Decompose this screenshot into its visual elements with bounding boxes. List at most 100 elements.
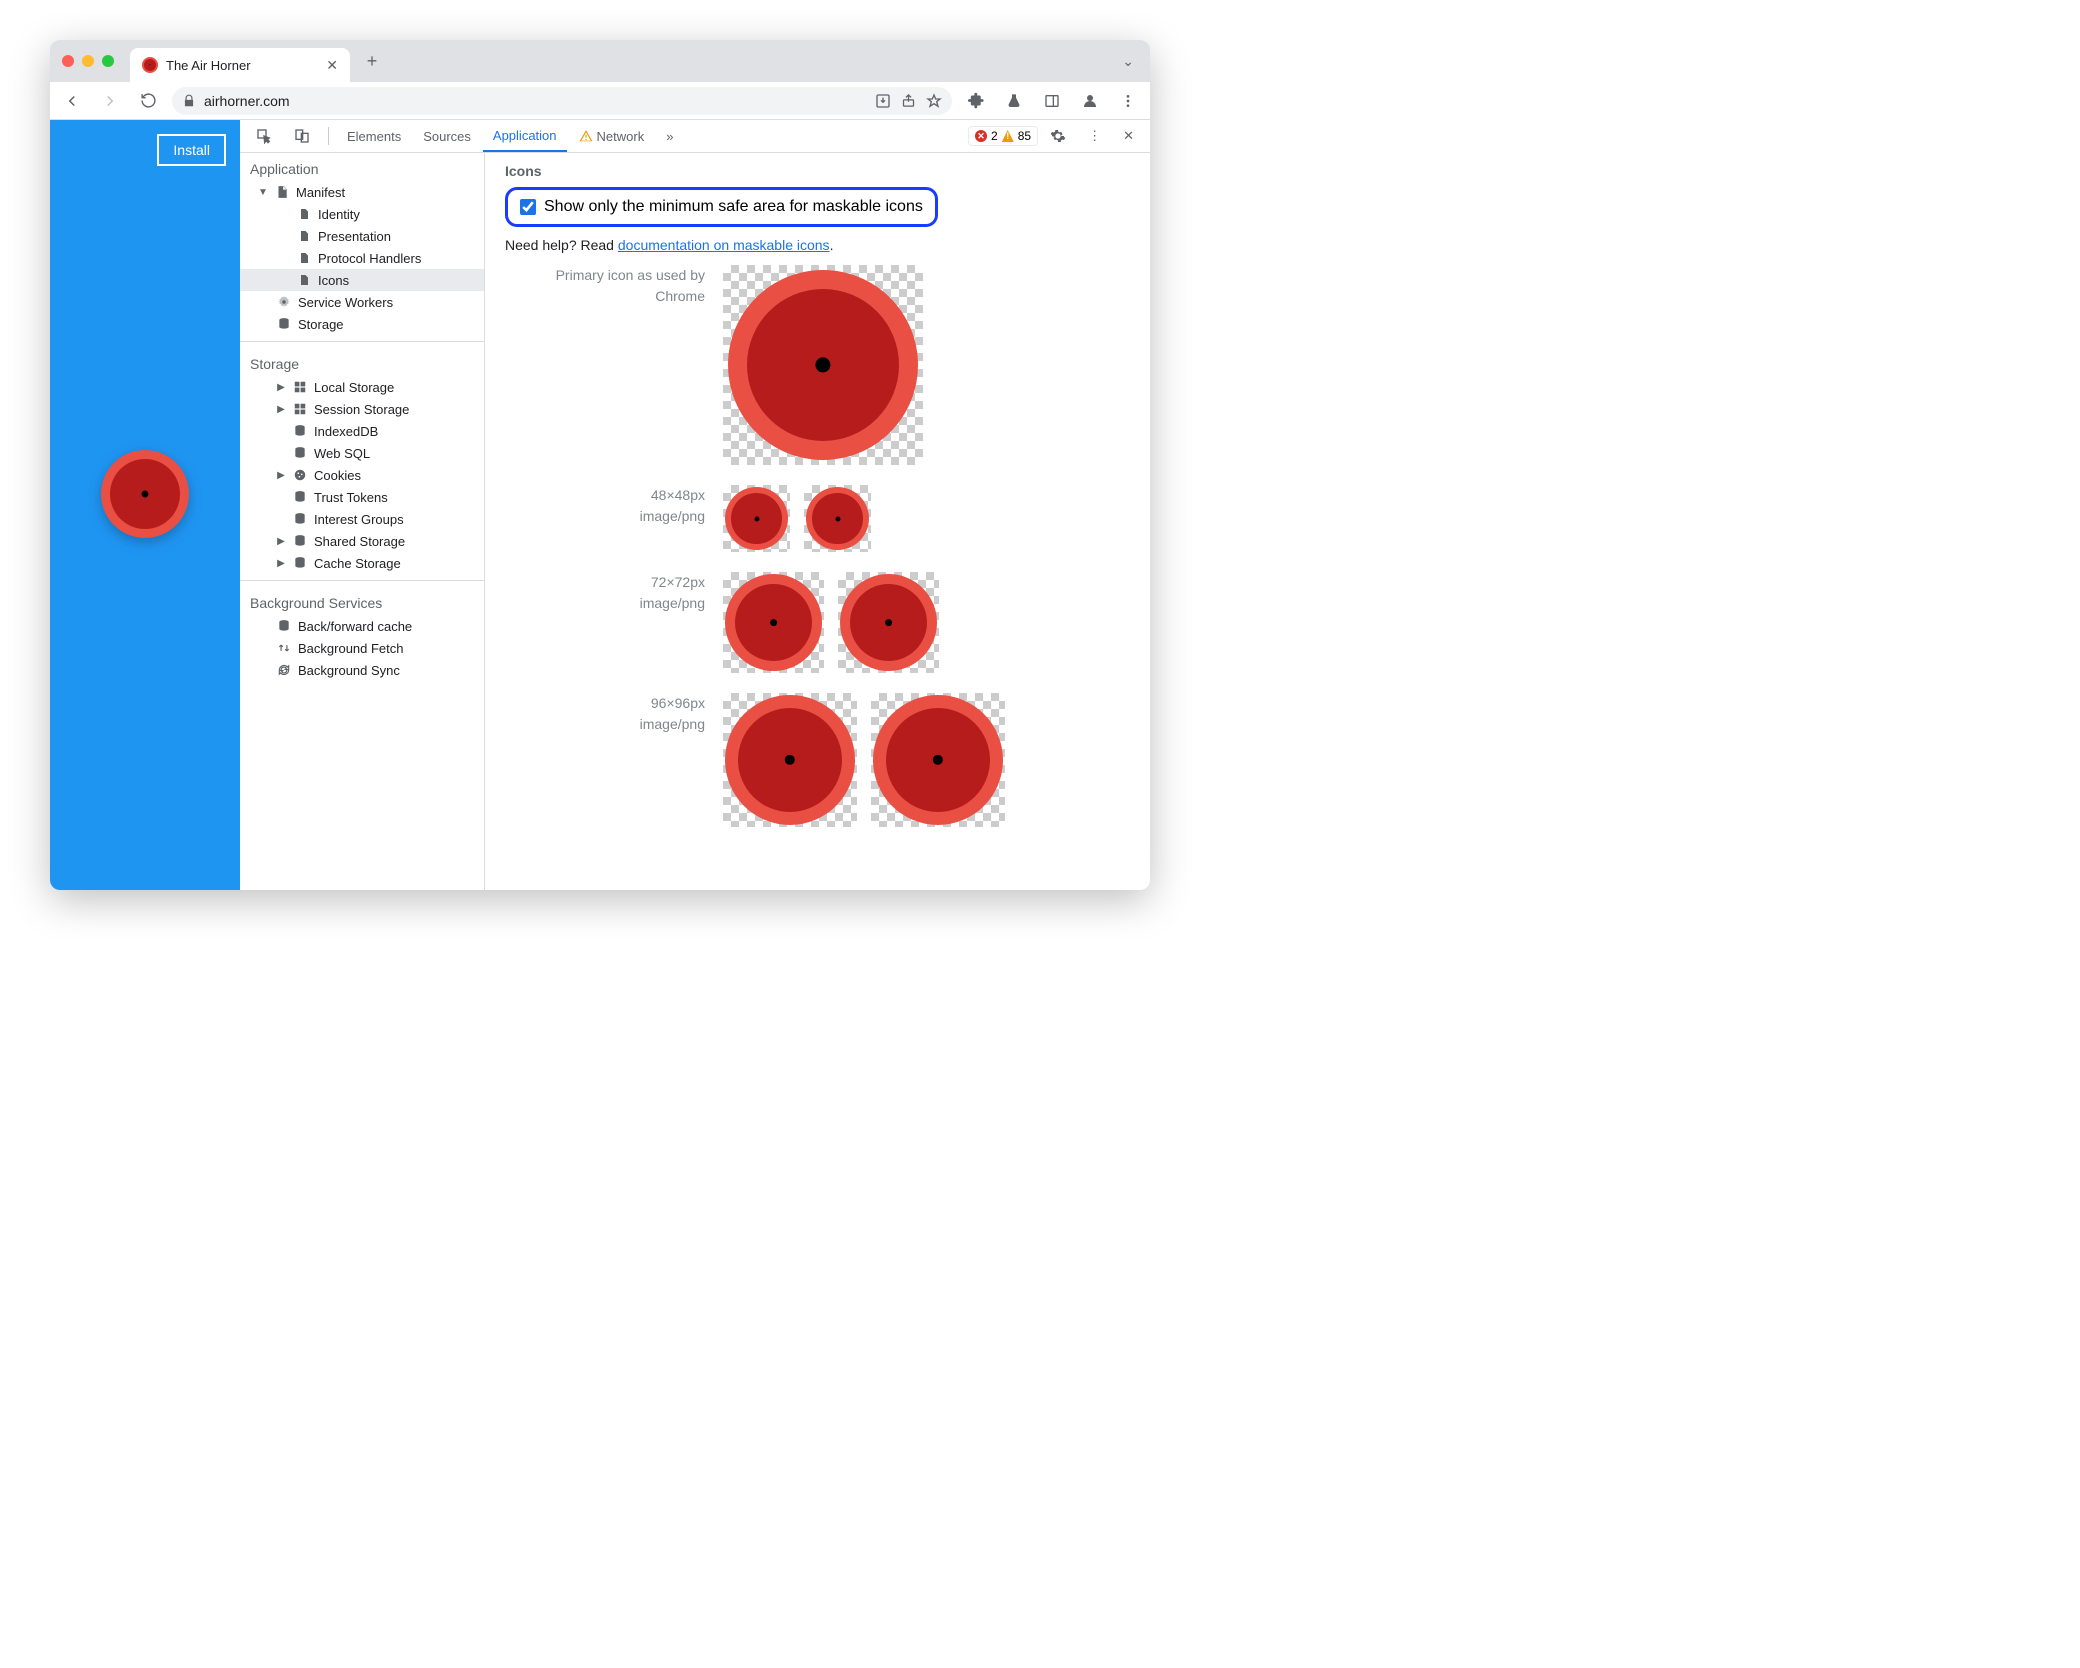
airhorn-button[interactable]	[101, 450, 189, 538]
profile-icon[interactable]	[1076, 87, 1104, 115]
db-icon	[292, 533, 308, 549]
tab-dropdown-icon[interactable]: ⌄	[1114, 53, 1142, 70]
favicon-icon	[142, 57, 158, 73]
fetch-icon	[276, 640, 292, 656]
new-tab-button[interactable]: +	[358, 47, 386, 75]
section-title: Background Services	[240, 587, 484, 615]
address-bar[interactable]: airhorner.com	[172, 87, 952, 115]
sidebar-item-indexeddb[interactable]: IndexedDB	[240, 420, 484, 442]
bookmark-star-icon[interactable]	[926, 93, 942, 109]
labs-icon[interactable]	[1000, 87, 1028, 115]
db-icon	[292, 445, 308, 461]
maskable-checkbox-label: Show only the minimum safe area for mask…	[544, 198, 923, 216]
sidebar-item-protocol-handlers[interactable]: Protocol Handlers	[240, 247, 484, 269]
sidebar-item-manifest[interactable]: ▼ Manifest	[240, 181, 484, 203]
detail-heading: Icons	[505, 163, 1130, 179]
share-icon[interactable]	[901, 93, 916, 108]
sidebar-item-presentation[interactable]: Presentation	[240, 225, 484, 247]
tab-elements[interactable]: Elements	[337, 120, 411, 152]
sidebar-item-cache-storage[interactable]: ▶ Cache Storage	[240, 552, 484, 574]
browser-toolbar: airhorner.com	[50, 82, 1150, 120]
maximize-window[interactable]	[102, 55, 114, 67]
document-icon	[296, 228, 312, 244]
sidebar-item-cookies[interactable]: ▶ Cookies	[240, 464, 484, 486]
close-tab-icon[interactable]: ✕	[326, 57, 338, 74]
manifest-icons-detail: Icons Show only the minimum safe area fo…	[485, 153, 1150, 890]
document-icon	[274, 184, 290, 200]
sidebar-item-back-forward-cache[interactable]: Back/forward cache	[240, 615, 484, 637]
icon-preview	[871, 693, 1005, 827]
sidebar-item-interest-groups[interactable]: Interest Groups	[240, 508, 484, 530]
db-icon	[292, 423, 308, 439]
sidebar-item-identity[interactable]: Identity	[240, 203, 484, 225]
sidebar-item-background-fetch[interactable]: Background Fetch	[240, 637, 484, 659]
section-title: Storage	[240, 348, 484, 376]
more-tabs-icon[interactable]: »	[656, 120, 683, 152]
lock-icon	[182, 94, 196, 108]
icon-row-primary: Primary icon as used by Chrome	[505, 265, 1130, 465]
devtools-panel: Elements Sources Application Network » ✕…	[240, 120, 1150, 890]
sidebar-item-session-storage[interactable]: ▶ Session Storage	[240, 398, 484, 420]
document-icon	[296, 206, 312, 222]
browser-tab[interactable]: The Air Horner ✕	[130, 48, 350, 82]
icon-preview	[723, 693, 857, 827]
db-icon	[292, 489, 308, 505]
icon-row: 48×48pximage/png	[505, 485, 1130, 552]
icon-row-label: 48×48pximage/png	[505, 485, 705, 527]
help-text: Need help? Read documentation on maskabl…	[505, 237, 1130, 253]
error-icon: ✕	[975, 130, 987, 142]
icon-row: 72×72pximage/png	[505, 572, 1130, 673]
icon-row-label: 96×96pximage/png	[505, 693, 705, 735]
extensions-icon[interactable]	[962, 87, 990, 115]
icon-row-label: Primary icon as used by Chrome	[505, 265, 705, 307]
console-errors-badge[interactable]: ✕ 2 ! 85	[968, 126, 1038, 146]
minimize-window[interactable]	[82, 55, 94, 67]
maskable-safearea-highlight: Show only the minimum safe area for mask…	[505, 187, 938, 227]
device-toggle-icon[interactable]	[284, 120, 320, 152]
sidebar-item-service-workers[interactable]: Service Workers	[240, 291, 484, 313]
maskable-docs-link[interactable]: documentation on maskable icons	[618, 237, 830, 253]
gear-icon	[276, 294, 292, 310]
devtools-menu-icon[interactable]: ⋮	[1078, 120, 1111, 152]
warning-icon: !	[1002, 130, 1014, 142]
sidebar-item-shared-storage[interactable]: ▶ Shared Storage	[240, 530, 484, 552]
warning-icon	[579, 129, 593, 143]
document-icon	[296, 250, 312, 266]
url-text: airhorner.com	[204, 93, 290, 109]
maskable-checkbox[interactable]	[520, 199, 536, 215]
icon-preview	[723, 265, 923, 465]
grid-icon	[292, 379, 308, 395]
tab-sources[interactable]: Sources	[413, 120, 481, 152]
section-title: Application	[240, 153, 484, 181]
db-icon	[292, 555, 308, 571]
icon-preview	[804, 485, 871, 552]
icon-preview	[723, 485, 790, 552]
sidebar-item-local-storage[interactable]: ▶ Local Storage	[240, 376, 484, 398]
install-pwa-icon[interactable]	[875, 93, 891, 109]
sidebar-item-background-sync[interactable]: Background Sync	[240, 659, 484, 681]
application-sidebar: Application ▼ Manifest Identity	[240, 153, 485, 890]
close-window[interactable]	[62, 55, 74, 67]
reload-button[interactable]	[134, 87, 162, 115]
browser-window: The Air Horner ✕ + ⌄ airhorner.com	[50, 40, 1150, 890]
sidebar-item-trust-tokens[interactable]: Trust Tokens	[240, 486, 484, 508]
inspect-icon[interactable]	[246, 120, 282, 152]
forward-button[interactable]	[96, 87, 124, 115]
sidepanel-icon[interactable]	[1038, 87, 1066, 115]
install-button[interactable]: Install	[157, 134, 226, 166]
expand-arrow-icon: ▶	[276, 382, 286, 393]
sidebar-item-icons[interactable]: Icons	[240, 269, 484, 291]
sidebar-item-web-sql[interactable]: Web SQL	[240, 442, 484, 464]
expand-arrow-icon: ▶	[276, 536, 286, 547]
menu-icon[interactable]	[1114, 87, 1142, 115]
sidebar-item-storage-app[interactable]: Storage	[240, 313, 484, 335]
tab-network[interactable]: Network	[569, 120, 655, 152]
icon-row: 96×96pximage/png	[505, 693, 1130, 827]
settings-icon[interactable]	[1040, 120, 1076, 152]
close-devtools-icon[interactable]: ✕	[1113, 120, 1144, 152]
tab-application[interactable]: Application	[483, 120, 567, 152]
back-button[interactable]	[58, 87, 86, 115]
db-icon	[292, 511, 308, 527]
page-viewport: Install	[50, 120, 240, 890]
tab-title: The Air Horner	[166, 58, 251, 73]
